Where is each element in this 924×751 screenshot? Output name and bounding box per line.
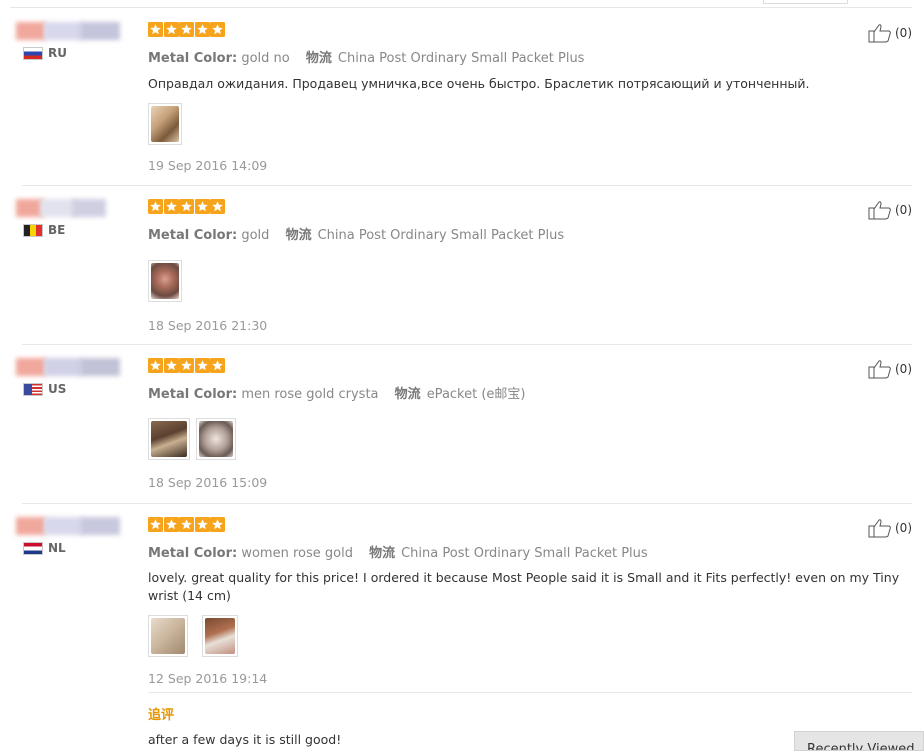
review-divider bbox=[22, 503, 912, 504]
shipping-info: 物流 ePacket (e邮宝) bbox=[394, 387, 526, 402]
metal-color-value: gold bbox=[241, 228, 270, 243]
review-divider bbox=[22, 344, 912, 345]
star-rating bbox=[148, 22, 908, 40]
star-icon bbox=[210, 358, 225, 373]
review-photos bbox=[148, 103, 908, 145]
reviewer-country: BE bbox=[23, 223, 65, 237]
top-divider bbox=[10, 7, 912, 8]
flag-us-icon bbox=[23, 382, 43, 396]
star-icon bbox=[163, 517, 179, 532]
review-item: BE Metal Color: gold 物流 China Post Ordina… bbox=[0, 199, 924, 339]
star-icon bbox=[210, 517, 225, 532]
reviewer-country: RU bbox=[23, 46, 67, 60]
thumbs-up-icon bbox=[868, 519, 891, 538]
metal-color-value: men rose gold crysta bbox=[241, 387, 379, 402]
reviewer: NL bbox=[16, 517, 120, 555]
review-photo-thumb[interactable] bbox=[148, 103, 182, 145]
star-icon bbox=[210, 199, 225, 214]
star-rating bbox=[148, 199, 908, 217]
review-content: Metal Color: women rose gold 物流 China Pos… bbox=[148, 517, 908, 686]
star-icon bbox=[210, 22, 225, 37]
review-meta: Metal Color: women rose gold 物流 China Pos… bbox=[148, 546, 648, 561]
review-item: US Metal Color: men rose gold crysta 物流 e… bbox=[0, 358, 924, 498]
like-button[interactable]: (0) bbox=[868, 200, 912, 220]
reviewer-name-blurred bbox=[16, 358, 120, 378]
star-icon bbox=[148, 517, 163, 532]
review-date: 19 Sep 2016 14:09 bbox=[148, 158, 268, 173]
star-icon bbox=[163, 199, 179, 214]
review-date: 18 Sep 2016 21:30 bbox=[148, 318, 268, 333]
reviewer: BE bbox=[16, 199, 116, 237]
star-icon bbox=[194, 22, 210, 37]
thumbs-up-icon bbox=[868, 360, 891, 379]
star-icon bbox=[163, 358, 179, 373]
review-divider bbox=[22, 185, 912, 186]
star-icon bbox=[179, 358, 194, 373]
additional-review-label: 追评 bbox=[148, 708, 175, 723]
star-rating bbox=[148, 517, 908, 535]
star-icon bbox=[179, 517, 194, 532]
recently-viewed-button[interactable]: Recently Viewed bbox=[794, 731, 924, 751]
star-icon bbox=[148, 199, 163, 214]
review-meta: Metal Color: gold 物流 China Post Ordinary … bbox=[148, 228, 565, 243]
thumbs-up-icon bbox=[868, 24, 891, 43]
star-icon bbox=[179, 199, 194, 214]
metal-color-value: women rose gold bbox=[241, 546, 353, 561]
review-photo-thumb[interactable] bbox=[148, 615, 188, 657]
review-text: Оправдал ожидания. Продавец умничка,все … bbox=[148, 76, 810, 91]
review-photos bbox=[148, 615, 908, 657]
additional-review-divider bbox=[148, 692, 912, 693]
reviewer-name-blurred bbox=[16, 517, 120, 537]
star-icon bbox=[194, 199, 210, 214]
reviewer-name-blurred bbox=[16, 199, 108, 219]
review-content: Metal Color: gold 物流 China Post Ordinary … bbox=[148, 199, 908, 333]
star-icon bbox=[148, 22, 163, 37]
star-rating bbox=[148, 358, 908, 376]
sort-select[interactable] bbox=[763, 0, 848, 4]
star-icon bbox=[194, 517, 210, 532]
flag-ru-icon bbox=[23, 46, 43, 60]
review-photo-thumb[interactable] bbox=[148, 418, 190, 460]
review-item: NL Metal Color: women rose gold 物流 China … bbox=[0, 517, 924, 687]
star-icon bbox=[194, 358, 210, 373]
star-icon bbox=[163, 22, 179, 37]
review-photo-thumb[interactable] bbox=[202, 615, 238, 657]
reviewer: US bbox=[16, 358, 120, 396]
reviewer-country: US bbox=[23, 382, 66, 396]
review-photo-thumb[interactable] bbox=[148, 260, 182, 302]
review-photos bbox=[148, 418, 908, 460]
thumbs-up-icon bbox=[868, 201, 891, 220]
shipping-info: 物流 China Post Ordinary Small Packet Plus bbox=[285, 228, 565, 243]
review-item: RU Metal Color: gold no 物流 China Post Ord… bbox=[0, 22, 924, 182]
additional-review-text: after a few days it is still good! bbox=[148, 732, 342, 747]
review-photo-thumb[interactable] bbox=[196, 418, 236, 460]
review-meta: Metal Color: gold no 物流 China Post Ordina… bbox=[148, 51, 585, 66]
review-content: Metal Color: men rose gold crysta 物流 ePac… bbox=[148, 358, 908, 490]
review-date: 12 Sep 2016 19:14 bbox=[148, 671, 268, 686]
flag-nl-icon bbox=[23, 541, 43, 555]
review-photos bbox=[148, 260, 908, 302]
shipping-info: 物流 China Post Ordinary Small Packet Plus bbox=[305, 51, 585, 66]
like-button[interactable]: (0) bbox=[868, 518, 912, 538]
star-icon bbox=[179, 22, 194, 37]
review-content: Metal Color: gold no 物流 China Post Ordina… bbox=[148, 22, 908, 173]
reviewer: RU bbox=[16, 22, 120, 60]
review-text: lovely. great quality for this price! I … bbox=[148, 570, 900, 603]
shipping-info: 物流 China Post Ordinary Small Packet Plus bbox=[369, 546, 648, 561]
like-button[interactable]: (0) bbox=[868, 23, 912, 43]
metal-color-value: gold no bbox=[241, 51, 290, 66]
star-icon bbox=[148, 358, 163, 373]
flag-be-icon bbox=[23, 223, 43, 237]
reviewer-country: NL bbox=[23, 541, 66, 555]
review-meta: Metal Color: men rose gold crysta 物流 ePac… bbox=[148, 387, 526, 402]
review-date: 18 Sep 2016 15:09 bbox=[148, 475, 268, 490]
reviewer-name-blurred bbox=[16, 22, 120, 42]
like-button[interactable]: (0) bbox=[868, 359, 912, 379]
